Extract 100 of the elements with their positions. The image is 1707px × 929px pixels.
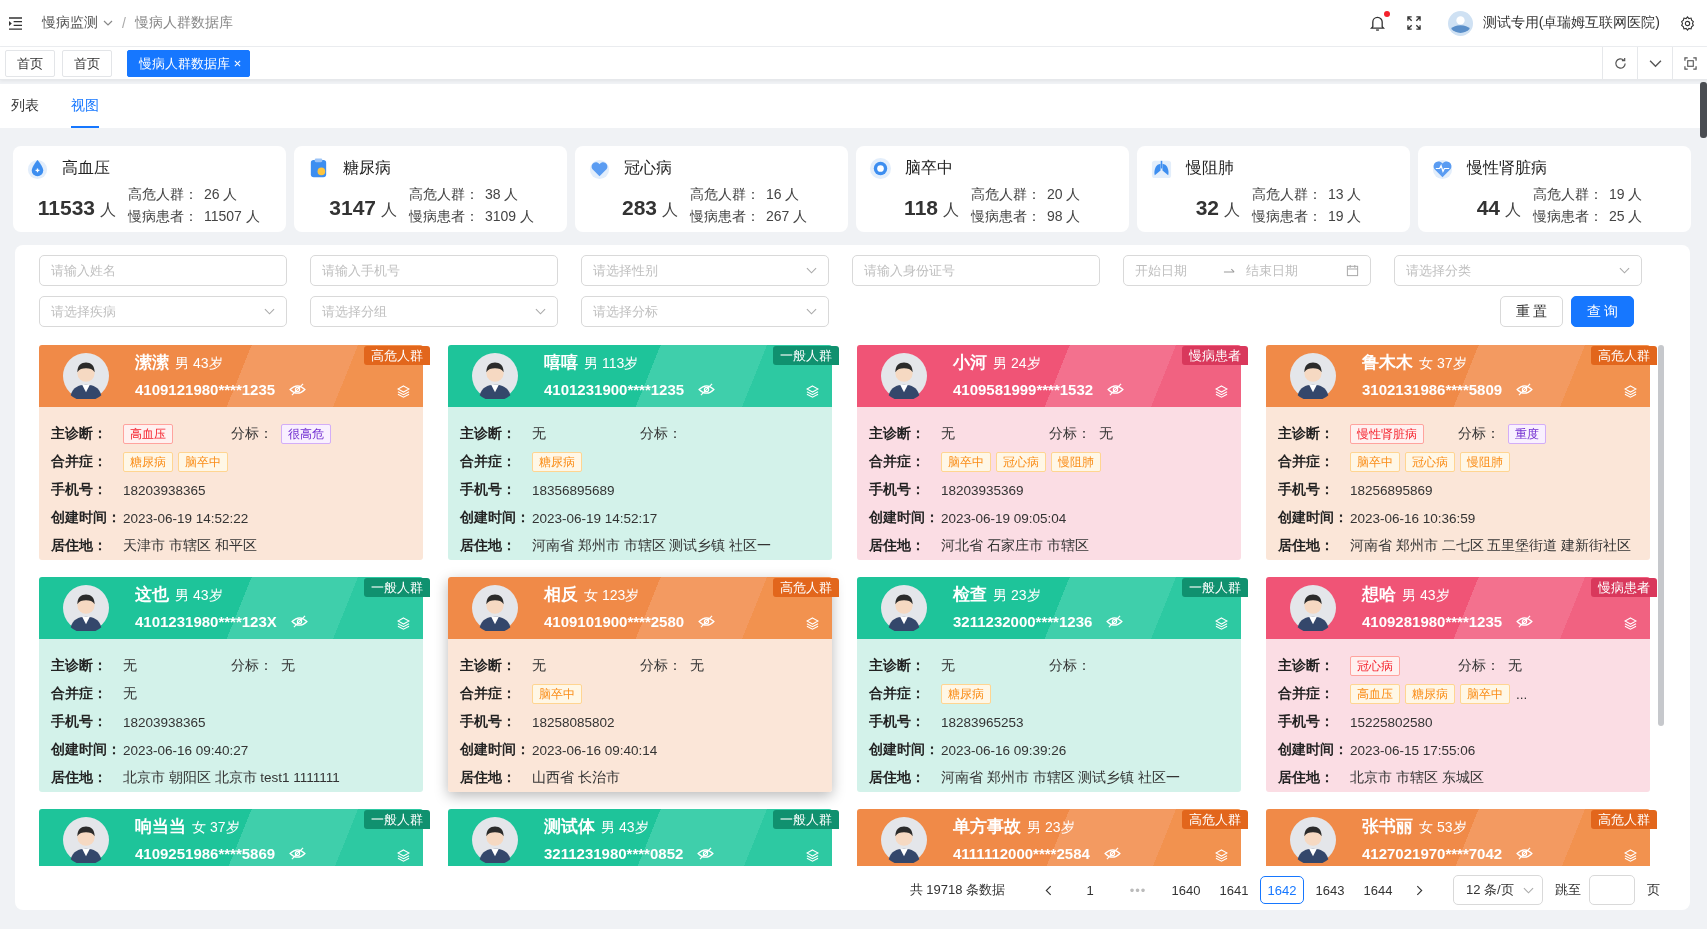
stat-label: 高危人群： (409, 185, 479, 204)
page-jump-input[interactable] (1589, 875, 1635, 905)
patient-age: 23岁 (1011, 587, 1041, 605)
page-button[interactable]: 1640 (1164, 876, 1208, 904)
layers-icon[interactable] (806, 617, 819, 630)
patient-name: 检查 (953, 584, 987, 606)
complication-tag: 脑卒中 (532, 684, 582, 704)
field-label: 分标： (1049, 425, 1091, 443)
page-button[interactable]: 1 (1068, 876, 1112, 904)
group-badge: 一般人群 (773, 346, 839, 365)
avatar-icon (63, 817, 109, 863)
eye-off-icon[interactable] (1106, 614, 1124, 628)
field-label: 创建时间： (869, 741, 940, 759)
scrollbar-thumb[interactable] (1658, 345, 1664, 726)
chevron-left-icon[interactable] (1045, 884, 1052, 896)
eye-off-icon[interactable] (1516, 614, 1534, 628)
avatar-icon (472, 585, 518, 631)
page-suffix: 页 (1647, 881, 1660, 899)
settings-icon[interactable] (1680, 15, 1695, 31)
complication-tag: 脑卒中 (1350, 452, 1400, 472)
page-button[interactable]: 1644 (1356, 876, 1400, 904)
layers-icon[interactable] (1624, 849, 1637, 862)
view-tab[interactable]: 视图 (71, 84, 99, 128)
eye-off-icon[interactable] (698, 382, 716, 396)
patient-card[interactable]: 嘻嘻 男 113岁 4101231900****1235 一般人群 主诊断： 无 分标： 合并症： 糖尿病 手机号： 18356895689 创建时间：2023-06-19 14:52:17 居住地： 河南省 郑州市 市辖区 测试乡镇 社区一 (448, 345, 832, 560)
bell-icon[interactable] (1369, 15, 1385, 31)
layers-icon[interactable] (1215, 617, 1228, 630)
page-tab[interactable]: 慢病人群数据库 (127, 49, 250, 77)
stat-label: 高危人群： (1533, 185, 1603, 204)
group-badge: 一般人群 (773, 810, 839, 829)
patient-gender: 男 (993, 587, 1007, 605)
more-indicator: ... (1516, 686, 1528, 702)
patient-card[interactable]: 这也 男 43岁 4101231980****123X 一般人群 主诊断： 无 分标： 无 合并症： 无 手机号： 18203938365 创建时间：2023-06-16 09:40:27 居住地： 北京市 朝阳区 北京市 test1 1111111 (39, 577, 423, 792)
query-button[interactable]: 查 询 (1571, 296, 1634, 327)
chevron-right-icon[interactable] (1416, 884, 1423, 896)
eye-off-icon[interactable] (289, 846, 307, 860)
page-size-select[interactable]: 12 条/页 (1453, 875, 1543, 905)
patient-card[interactable]: 小河 男 24岁 4109581999****1532 慢病患者 主诊断： 无 分标： 无 合并症： 脑卒中 冠心病 慢阻肺 手机号： 18203935369 创建时间：2023-06-19 09:05:04 居住地： 河北省 石家庄市 市辖区 (857, 345, 1241, 560)
breadcrumb-item[interactable]: 慢病监测 (42, 14, 113, 32)
eye-off-icon[interactable] (1516, 382, 1534, 396)
avatar-icon[interactable] (1447, 10, 1473, 36)
layers-icon[interactable] (1215, 849, 1228, 862)
id-number: 4111112000****2584 (953, 844, 1090, 862)
phone-value: 15225802580 (1350, 714, 1433, 730)
page-button[interactable]: 1641 (1212, 876, 1256, 904)
id-number: 4109101900****2580 (544, 612, 685, 630)
breadcrumb-item[interactable]: 慢病人群数据库 (134, 14, 233, 32)
chevron-down-icon (103, 20, 113, 26)
scrollbar-thumb[interactable] (1700, 82, 1707, 138)
maximize-button[interactable] (1672, 47, 1707, 79)
layers-icon[interactable] (1624, 385, 1637, 398)
layers-icon[interactable] (806, 849, 819, 862)
page-button[interactable]: 1642 (1260, 876, 1304, 904)
reset-button[interactable]: 重 置 (1500, 296, 1563, 327)
complication-tag: 慢阻肺 (1051, 452, 1101, 472)
eye-off-icon[interactable] (698, 614, 716, 628)
eye-off-icon[interactable] (1516, 846, 1534, 860)
eye-off-icon[interactable] (697, 846, 715, 860)
field-label: 居住地： (460, 537, 517, 555)
user-name[interactable]: 测试专用(卓瑞姆互联网医院) (1482, 14, 1660, 32)
eye-off-icon[interactable] (290, 614, 308, 628)
chevron-down-icon (1523, 886, 1534, 894)
text-input[interactable]: 请输入手机号 (310, 255, 558, 286)
patient-card[interactable]: 鲁木木 女 37岁 3102131986****5809 高危人群 主诊断： 慢性肾脏病 分标： 重度 合并症： 脑卒中 冠心病 慢阻肺 手机号： 18256895869 创建时间：2023-06-16 10:36:59 居住地： 河南省 郑州市 二七区 五里堡街道 建新街社区 (1266, 345, 1650, 560)
view-tab[interactable]: 列表 (11, 84, 39, 128)
patient-card[interactable]: 检查 男 23岁 3211232000****1236 一般人群 主诊断： 无 分标： 合并症： 糖尿病 手机号： 18283965253 创建时间：2023-06-16 09:39:26 居住地： 河南省 郑州市 市辖区 测试乡镇 社区一 (857, 577, 1241, 792)
patient-card[interactable]: 响当当 女 37岁 4109251986****5869 一般人群 (39, 809, 423, 866)
layers-icon[interactable] (397, 385, 410, 398)
patient-age: 23岁 (1045, 819, 1075, 837)
close-icon[interactable] (234, 59, 241, 67)
field-label: 主诊断： (51, 425, 108, 443)
grade-value: 无 (1099, 425, 1113, 443)
page-button[interactable]: 1643 (1308, 876, 1352, 904)
patient-card[interactable]: 想哈 男 43岁 4109281980****1235 慢病患者 主诊断： 冠心病 分标： 无 合并症： 高血压 糖尿病 脑卒中 ... 手机号： 15225802580 创建时间：2023-06-15 17:55:06 居住地： 北京市 市辖区 东城区 (1266, 577, 1650, 792)
group-badge: 一般人群 (364, 578, 430, 597)
eye-off-icon[interactable] (1103, 846, 1121, 860)
layers-icon[interactable] (1215, 385, 1228, 398)
address-value: 北京市 朝阳区 北京市 test1 1111111 (123, 769, 340, 787)
field-label: 分标： (640, 425, 682, 443)
page-tab[interactable]: 首页 (5, 49, 55, 77)
patient-card[interactable]: 测试体 男 43岁 3211231980****0852 一般人群 (448, 809, 832, 866)
text-input[interactable]: 请输入姓名 (39, 255, 287, 286)
complication-value: 无 (123, 685, 137, 703)
page-tab[interactable]: 首页 (62, 49, 112, 77)
patient-card[interactable]: 潆潆 男 43岁 4109121980****1235 高危人群 主诊断： 高血压 分标： 很高危 合并症： 糖尿病 脑卒中 手机号： 18203938365 创建时间：2023-06-19 14:52:22 居住地： 天津市 市辖区 和平区 (39, 345, 423, 560)
fullscreen-icon[interactable] (1406, 16, 1421, 30)
layers-icon[interactable] (397, 849, 410, 862)
text-input[interactable]: 请输入身份证号 (852, 255, 1100, 286)
grade-tag: 重度 (1508, 424, 1546, 444)
eye-off-icon[interactable] (289, 382, 307, 396)
layers-icon[interactable] (1624, 617, 1637, 630)
layers-icon[interactable] (806, 385, 819, 398)
field-label: 手机号： (51, 713, 108, 731)
patient-name: 张书丽 (1362, 816, 1413, 838)
address-value: 天津市 市辖区 和平区 (123, 537, 257, 555)
refresh-button[interactable] (1602, 47, 1637, 79)
layers-icon[interactable] (397, 617, 410, 630)
menu-fold-icon[interactable] (8, 16, 23, 30)
patient-card[interactable]: 相反 女 123岁 4109101900****2580 高危人群 主诊断： 无 分标： 无 合并症： 脑卒中 手机号： 18258085802 创建时间：2023-06-16 09:40:14 居住地： 山西省 长治市 (448, 577, 832, 792)
eye-off-icon[interactable] (1107, 382, 1125, 396)
